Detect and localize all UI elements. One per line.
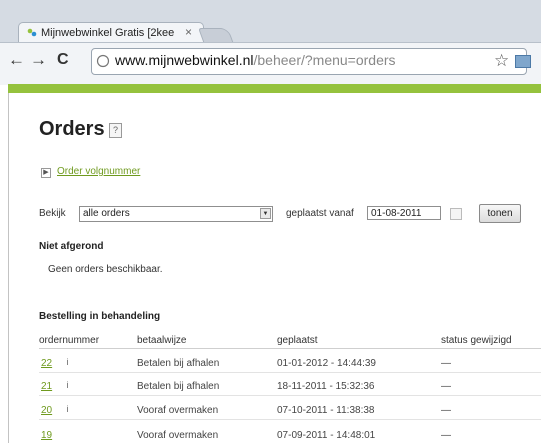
favicon-icon [27,28,37,37]
empty-message: Geen orders beschikbaar. [48,264,163,275]
info-icon[interactable]: i [63,380,72,390]
date-label: geplaatst vanaf [286,208,354,219]
expand-icon[interactable]: ▶ [41,168,51,178]
tab-close-icon[interactable]: × [185,25,192,39]
bookmark-star-icon[interactable]: ☆ [494,51,509,71]
payment-method: Vooraf overmaken [137,430,219,441]
status-changed: — [441,381,451,392]
back-icon[interactable]: ← [8,50,25,70]
column-geplaatst: geplaatst [277,335,318,346]
extension-icon[interactable] [515,55,531,68]
status-changed: — [441,405,451,416]
show-button[interactable]: tonen [479,204,521,223]
row-divider [39,419,541,420]
placed-date: 07-10-2011 - 11:38:38 [277,405,375,416]
status-changed: — [441,430,451,441]
order-number-link[interactable]: 22 [41,358,52,369]
page-icon [96,54,110,68]
address-url[interactable]: www.mijnwebwinkel.nl/beheer/?menu=orders [115,52,396,68]
payment-method: Vooraf overmaken [137,405,219,416]
order-number-link[interactable]: 21 [41,381,52,392]
column-ordernummer: ordernummer [39,335,100,346]
date-field[interactable]: 01-08-2011 [367,206,441,220]
placed-date: 07-09-2011 - 14:48:01 [277,430,376,441]
url-host: www.mijnwebwinkel.nl [115,52,254,68]
filter-label: Bekijk [39,208,66,219]
reload-icon[interactable]: C [57,51,69,69]
url-path: /beheer/?menu=orders [253,52,396,68]
forward-icon[interactable]: → [30,50,47,70]
order-number-link[interactable]: Order volgnummer [57,166,140,177]
filter-select[interactable]: alle orders ▼ [79,206,273,222]
status-changed: — [441,358,451,369]
tab-title: Mijnwebwinkel Gratis [2kee [41,27,175,39]
help-icon[interactable]: ? [109,123,122,138]
payment-method: Betalen bij afhalen [137,381,220,392]
browser-tab[interactable]: Mijnwebwinkel Gratis [2kee × [18,22,204,43]
column-status: status gewijzigd [441,335,512,346]
calendar-icon[interactable] [450,208,462,220]
row-divider [39,372,541,373]
row-divider [39,395,541,396]
info-icon[interactable]: i [63,357,72,367]
unfinished-heading: Niet afgerond [39,241,104,252]
order-number-link[interactable]: 19 [41,430,52,441]
placed-date: 18-11-2011 - 15:32:36 [277,381,375,392]
table-header-line [39,348,541,349]
placed-date: 01-01-2012 - 14:44:39 [277,358,376,369]
processing-heading: Bestelling in behandeling [39,311,161,322]
brand-bar [8,84,541,93]
column-betaalwijze: betaalwijze [137,335,187,346]
filter-value: alle orders [83,208,130,219]
order-number-link[interactable]: 20 [41,405,52,416]
info-icon[interactable]: i [63,404,72,414]
page-title: Orders [39,118,105,140]
chevron-down-icon: ▼ [260,208,271,219]
payment-method: Betalen bij afhalen [137,358,220,369]
